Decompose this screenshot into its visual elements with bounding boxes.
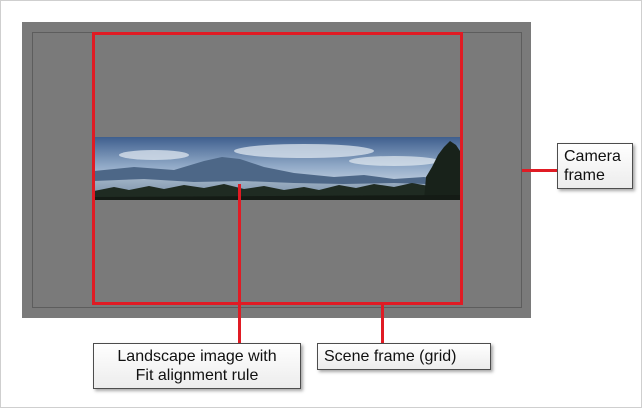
- camera-frame-callout-line1: Camera: [564, 148, 621, 165]
- scene-frame-leader-line: [381, 304, 384, 344]
- scene-frame: [92, 32, 463, 305]
- diagram-canvas: Camera frame Landscape image with Fit al…: [0, 0, 642, 408]
- scene-frame-callout-label: Scene frame (grid): [324, 348, 457, 365]
- landscape-image-callout-line1: Landscape image with: [117, 348, 277, 365]
- scene-frame-callout: Scene frame (grid): [317, 343, 491, 370]
- landscape-image-callout-line2: Fit alignment rule: [135, 367, 259, 384]
- camera-frame-callout: Camera frame: [557, 143, 633, 189]
- camera-frame-callout-line2: frame: [564, 167, 605, 184]
- camera-frame-leader-line: [522, 169, 558, 172]
- landscape-image-callout: Landscape image with Fit alignment rule: [93, 343, 301, 389]
- landscape-image-leader-line: [238, 184, 241, 344]
